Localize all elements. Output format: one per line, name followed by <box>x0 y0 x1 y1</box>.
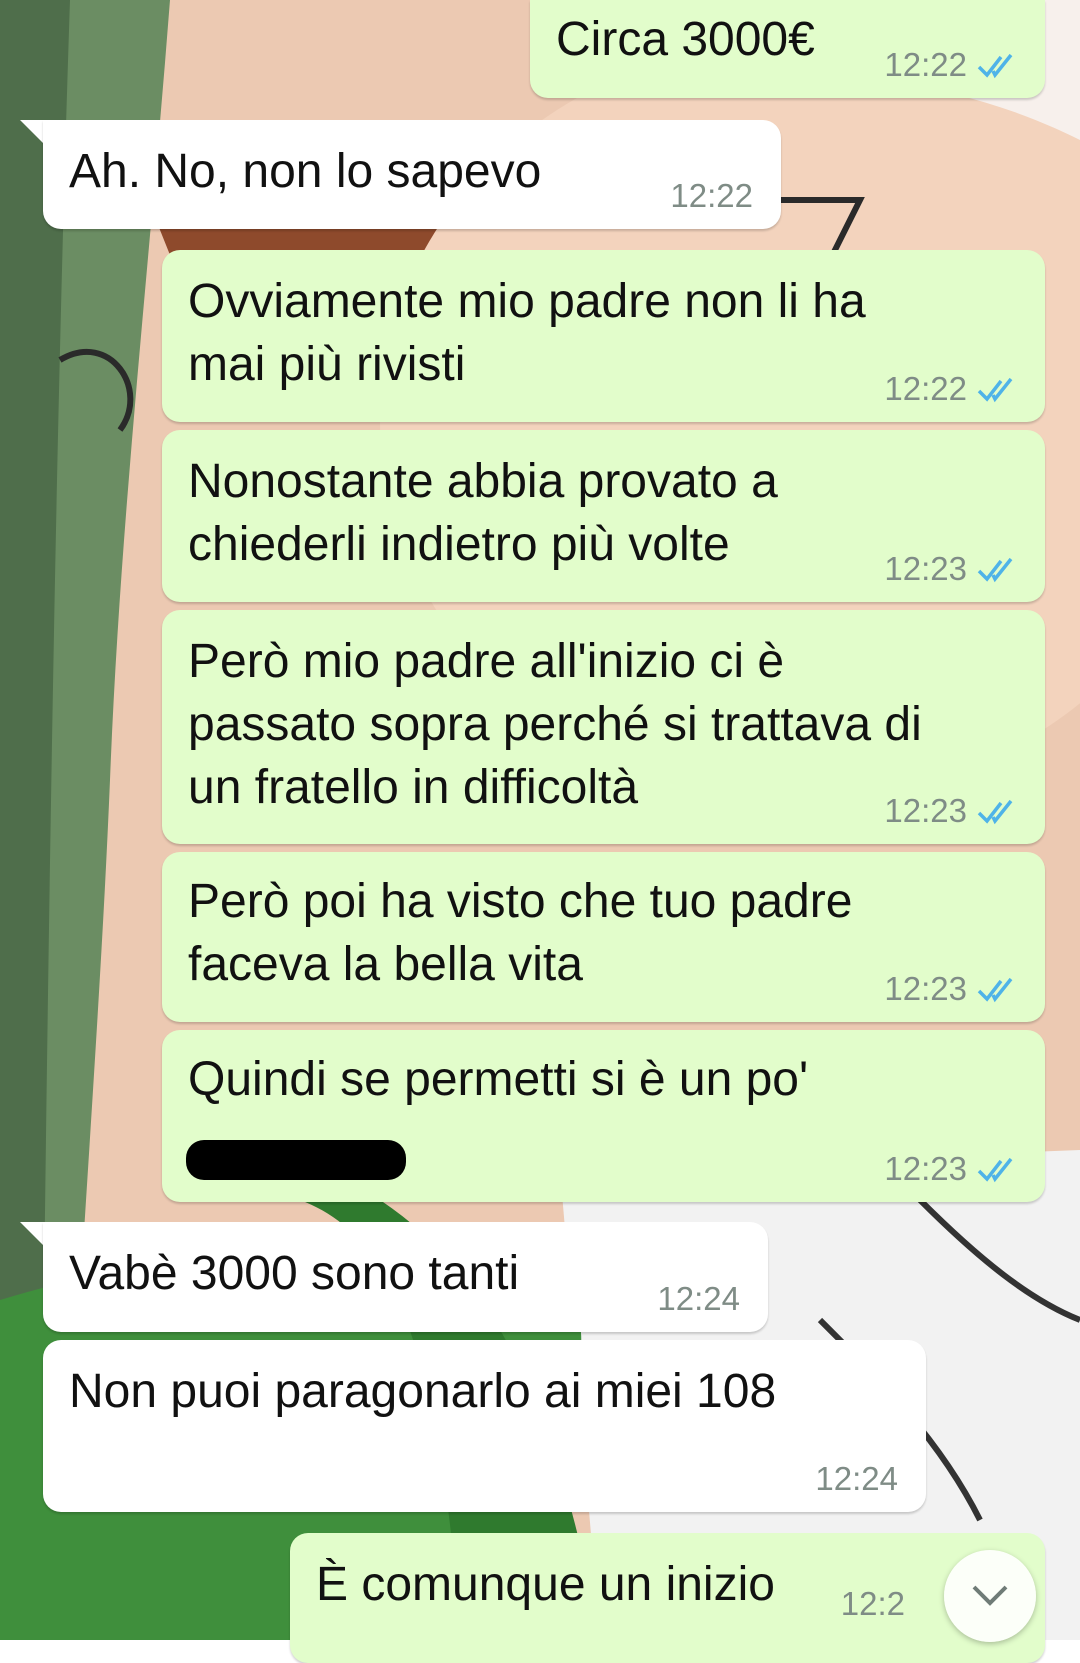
message-text: Vabè 3000 sono tanti <box>69 1247 520 1300</box>
message-time: 12:2 <box>840 1585 905 1622</box>
message-time: 12:23 <box>884 792 967 829</box>
double-check-icon <box>977 977 1013 1003</box>
double-check-icon <box>977 53 1013 79</box>
message-time: 12:23 <box>884 550 967 587</box>
message-text: Quindi se permetti si è un po' <box>188 1053 809 1106</box>
message-meta: 12:23 <box>884 550 1021 588</box>
scroll-to-bottom-button[interactable] <box>944 1550 1036 1642</box>
message-text: Non puoi paragonarlo ai miei 108 <box>69 1365 777 1418</box>
message-meta: 12:22 <box>884 46 1021 84</box>
double-check-icon <box>977 799 1013 825</box>
redaction-bar <box>186 1140 406 1180</box>
message-bubble-incoming[interactable]: Non puoi paragonarlo ai miei 108 12:24 <box>43 1340 926 1512</box>
message-meta: 12:23 <box>884 970 1021 1008</box>
message-bubble-outgoing[interactable]: Circa 3000€ 12:22 <box>530 0 1045 98</box>
message-bubble-outgoing[interactable]: Ovviamente mio padre non li ha mai più r… <box>162 250 1045 422</box>
message-bubble-incoming[interactable]: Ah. No, non lo sapevo 12:22 <box>43 120 781 229</box>
message-time: 12:22 <box>884 46 967 83</box>
message-time: 12:24 <box>657 1280 740 1317</box>
message-bubble-outgoing[interactable]: Nonostante abbia provato a chiederli ind… <box>162 430 1045 602</box>
message-meta: 12:22 <box>884 370 1021 408</box>
message-meta: 12:22 <box>670 177 753 215</box>
message-bubble-outgoing[interactable]: È comunque un inizio 12:2 <box>290 1533 1045 1663</box>
message-time: 12:22 <box>884 370 967 407</box>
message-text: È comunque un inizio <box>316 1558 775 1611</box>
message-text: Ah. No, non lo sapevo <box>69 145 542 198</box>
message-meta: 12:24 <box>815 1460 898 1498</box>
message-time: 12:24 <box>815 1460 898 1497</box>
message-bubble-outgoing[interactable]: Quindi se permetti si è un po' 12:23 <box>162 1030 1045 1202</box>
message-meta: 12:2 <box>841 1585 905 1623</box>
message-time: 12:23 <box>884 970 967 1007</box>
message-meta: 12:23 <box>884 792 1021 830</box>
double-check-icon <box>977 1157 1013 1183</box>
message-bubble-incoming[interactable]: Vabè 3000 sono tanti 12:24 <box>43 1222 768 1332</box>
message-time: 12:23 <box>884 1150 967 1187</box>
message-bubble-outgoing[interactable]: Però poi ha visto che tuo padre faceva l… <box>162 852 1045 1022</box>
message-text: Però mio padre all'inizio ci è passato s… <box>188 635 922 814</box>
message-time: 12:22 <box>670 177 753 214</box>
message-meta: 12:23 <box>884 1150 1021 1188</box>
double-check-icon <box>977 557 1013 583</box>
message-meta: 12:24 <box>657 1280 740 1318</box>
chevron-down-icon <box>972 1585 1008 1606</box>
double-check-icon <box>977 377 1013 403</box>
message-bubble-outgoing[interactable]: Però mio padre all'inizio ci è passato s… <box>162 610 1045 844</box>
